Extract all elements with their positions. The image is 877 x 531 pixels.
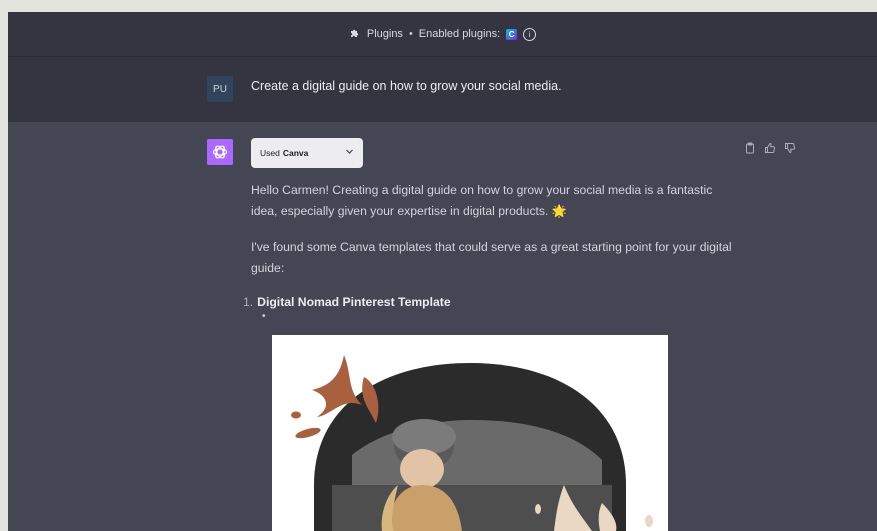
chevron-down-icon (345, 147, 354, 159)
list-item-number: 1. (243, 295, 254, 309)
used-plugin-dropdown[interactable]: Used Canva (251, 138, 363, 168)
thumbs-up-icon[interactable] (764, 142, 776, 154)
info-icon[interactable]: i (523, 27, 537, 41)
enabled-plugins-label: Enabled plugins: (418, 28, 501, 40)
clipboard-icon[interactable] (744, 142, 756, 154)
thumbs-down-icon[interactable] (784, 142, 796, 154)
list-item-title: Digital Nomad Pinterest Template (257, 295, 451, 309)
puzzle-icon (349, 27, 361, 42)
message-actions (744, 142, 796, 154)
used-label: Used (260, 148, 280, 158)
paragraph-greeting: Hello Carmen! Creating a digital guide o… (251, 183, 713, 218)
sub-bullet: • (262, 311, 266, 322)
chat-window: Plugins • Enabled plugins: C i PU Create… (8, 12, 877, 531)
assistant-message-row: Used Canva Hello Carmen! Creating a digi… (8, 122, 877, 531)
user-message-text: Create a digital guide on how to grow yo… (251, 79, 562, 93)
paragraph-templates-intro: I've found some Canva templates that cou… (251, 240, 732, 275)
openai-logo-icon (207, 139, 233, 165)
canva-icon[interactable]: C (506, 28, 518, 40)
assistant-message-text: Hello Carmen! Creating a digital guide o… (251, 180, 741, 294)
user-message-row: PU Create a digital guide on how to grow… (8, 57, 877, 124)
plugins-header: Plugins • Enabled plugins: C i (8, 12, 877, 57)
list-item: 1. Digital Nomad Pinterest Template (243, 295, 451, 309)
plugins-label: Plugins (366, 28, 403, 40)
template-preview-image[interactable] (272, 335, 668, 531)
user-avatar: PU (207, 76, 233, 102)
header-separator: • (408, 28, 413, 40)
plugin-name: Canva (282, 148, 309, 158)
